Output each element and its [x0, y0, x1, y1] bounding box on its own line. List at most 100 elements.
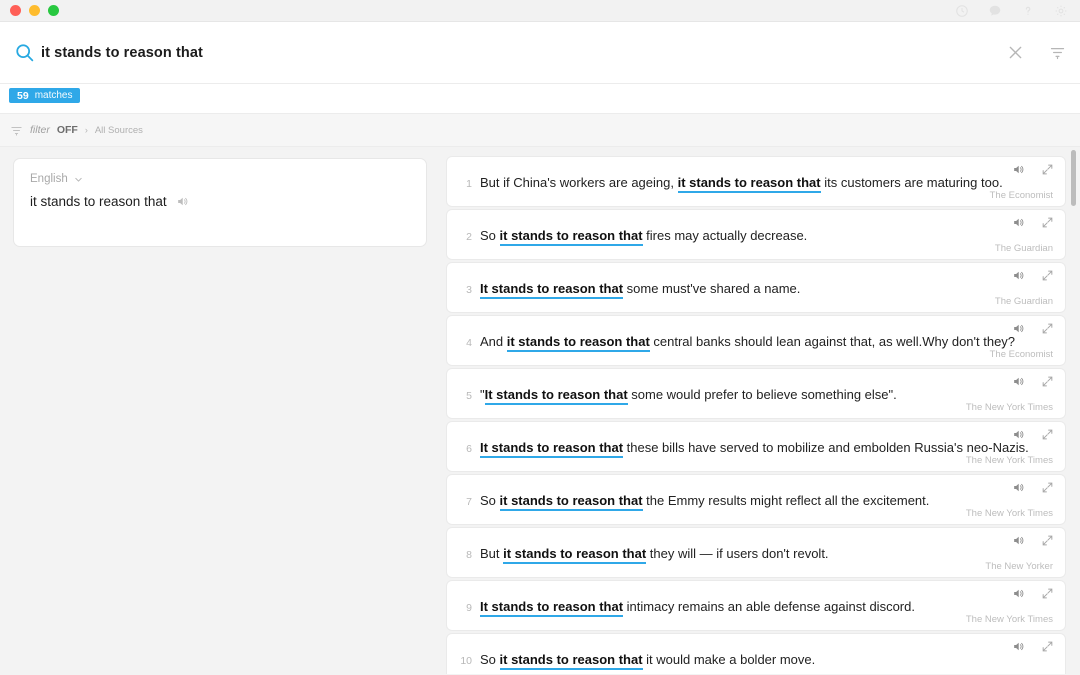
sentence-highlight: it stands to reason that [499, 493, 643, 511]
filter-bar[interactable]: filter OFF › All Sources [0, 114, 1080, 147]
expand-arrows-icon[interactable] [1041, 481, 1054, 494]
close-window-button[interactable] [10, 5, 21, 16]
result-card-actions [1012, 534, 1054, 547]
result-sentence-row: 1 But if China's workers are ageing, it s… [459, 175, 1053, 193]
expand-arrows-icon[interactable] [1041, 163, 1054, 176]
expand-arrows-icon[interactable] [1041, 428, 1054, 441]
speaker-icon[interactable] [1012, 587, 1025, 600]
result-sentence: So it stands to reason that it would mak… [480, 652, 815, 670]
search-bar: it stands to reason that [0, 22, 1080, 84]
result-card-actions [1012, 375, 1054, 388]
sentence-prefix: So [480, 228, 500, 243]
result-card[interactable]: 8 But it stands to reason that they will … [446, 527, 1066, 578]
result-card[interactable]: 3 It stands to reason that some must've s… [446, 262, 1066, 313]
sentence-suffix: its customers are maturing too. [820, 175, 1003, 190]
titlebar-actions [955, 0, 1068, 22]
result-sentence-row: 5 "It stands to reason that some would pr… [459, 387, 1053, 405]
history-clock-icon[interactable] [955, 4, 969, 18]
expand-arrows-icon[interactable] [1041, 322, 1054, 335]
sentence-prefix: But [480, 546, 504, 561]
result-source: The New York Times [965, 455, 1053, 466]
result-source: The New Yorker [985, 561, 1053, 572]
result-card[interactable]: 6 It stands to reason that these bills ha… [446, 421, 1066, 472]
sentence-suffix: fires may actually decrease. [642, 228, 808, 243]
result-sentence-row: 6 It stands to reason that these bills ha… [459, 440, 1053, 458]
sentence-prefix: So [480, 652, 500, 667]
minimize-window-button[interactable] [29, 5, 40, 16]
language-selector[interactable]: English [30, 173, 410, 185]
filter-funnel-icon[interactable] [1049, 44, 1066, 61]
result-card-actions [1012, 216, 1054, 229]
search-input[interactable]: it stands to reason that [41, 45, 1006, 61]
sentence-suffix: they will — if users don't revolt. [646, 546, 829, 561]
result-sentence: So it stands to reason that fires may ac… [480, 228, 808, 246]
speaker-icon[interactable] [1012, 163, 1025, 176]
speaker-icon[interactable] [1012, 534, 1025, 547]
maximize-window-button[interactable] [48, 5, 59, 16]
result-index: 3 [466, 284, 472, 296]
expand-arrows-icon[interactable] [1041, 534, 1054, 547]
sentence-suffix: these bills have served to mobilize and … [623, 440, 1029, 455]
results-scrollbar[interactable] [1070, 147, 1077, 674]
speaker-icon[interactable] [176, 195, 189, 208]
help-question-icon[interactable] [1021, 4, 1035, 18]
result-card-actions [1012, 587, 1054, 600]
traffic-lights [0, 5, 59, 16]
result-card[interactable]: 5 "It stands to reason that some would pr… [446, 368, 1066, 419]
result-source: The Economist [989, 190, 1053, 201]
matches-badge: 59 matches [9, 88, 81, 103]
expand-arrows-icon[interactable] [1041, 587, 1054, 600]
sentence-highlight: it stands to reason that [499, 652, 643, 670]
speaker-icon[interactable] [1012, 375, 1025, 388]
result-card-actions [1012, 163, 1054, 176]
sentence-highlight: it stands to reason that [506, 334, 650, 352]
filter-funnel-icon[interactable] [10, 124, 23, 137]
result-card[interactable]: 2 So it stands to reason that fires may a… [446, 209, 1066, 260]
filter-source-label[interactable]: All Sources [95, 125, 143, 136]
speech-bubble-icon[interactable] [988, 4, 1002, 18]
sentence-highlight: it stands to reason that [499, 228, 643, 246]
filter-state[interactable]: OFF [57, 124, 78, 136]
query-text-row: it stands to reason that [30, 194, 410, 209]
result-card[interactable]: 9 It stands to reason that intimacy remai… [446, 580, 1066, 631]
window-title-bar [0, 0, 1080, 22]
filter-label: filter [30, 124, 50, 136]
result-index: 10 [460, 655, 472, 667]
result-sentence: It stands to reason that these bills hav… [480, 440, 1029, 458]
search-input-value: it stands to reason that [41, 44, 203, 61]
search-icon[interactable] [14, 42, 35, 63]
expand-arrows-icon[interactable] [1041, 375, 1054, 388]
close-icon[interactable] [1006, 43, 1025, 62]
sentence-highlight: it stands to reason that [677, 175, 821, 193]
result-source: The Guardian [994, 296, 1053, 307]
results-scrollbar-thumb[interactable] [1071, 150, 1076, 206]
result-source: The Guardian [994, 243, 1053, 254]
language-label: English [30, 173, 68, 185]
result-sentence-row: 3 It stands to reason that some must've s… [459, 281, 1053, 299]
result-card[interactable]: 4 And it stands to reason that central ba… [446, 315, 1066, 366]
speaker-icon[interactable] [1012, 481, 1025, 494]
result-sentence: But if China's workers are ageing, it st… [480, 175, 1003, 193]
speaker-icon[interactable] [1012, 269, 1025, 282]
result-sentence-row: 2 So it stands to reason that fires may a… [459, 228, 1053, 246]
result-card[interactable]: 10 So it stands to reason that it would m… [446, 633, 1066, 674]
sentence-suffix: intimacy remains an able defense against… [623, 599, 915, 614]
search-bar-actions [1006, 43, 1066, 62]
result-sentence: But it stands to reason that they will —… [480, 546, 829, 564]
result-card[interactable]: 1 But if China's workers are ageing, it s… [446, 156, 1066, 207]
expand-arrows-icon[interactable] [1041, 216, 1054, 229]
chevron-down-icon[interactable] [73, 174, 84, 185]
sentence-highlight: It stands to reason that [480, 599, 624, 617]
speaker-icon[interactable] [1012, 640, 1025, 653]
result-card-actions [1012, 481, 1054, 494]
result-card[interactable]: 7 So it stands to reason that the Emmy re… [446, 474, 1066, 525]
sentence-highlight: It stands to reason that [484, 387, 628, 405]
expand-arrows-icon[interactable] [1041, 269, 1054, 282]
result-sentence-row: 4 And it stands to reason that central ba… [459, 334, 1053, 352]
matches-count: 59 [17, 89, 29, 102]
expand-arrows-icon[interactable] [1041, 640, 1054, 653]
speaker-icon[interactable] [1012, 216, 1025, 229]
results-panel[interactable]: 1 But if China's workers are ageing, it s… [440, 147, 1080, 674]
result-source: The New York Times [965, 402, 1053, 413]
settings-gear-icon[interactable] [1054, 4, 1068, 18]
